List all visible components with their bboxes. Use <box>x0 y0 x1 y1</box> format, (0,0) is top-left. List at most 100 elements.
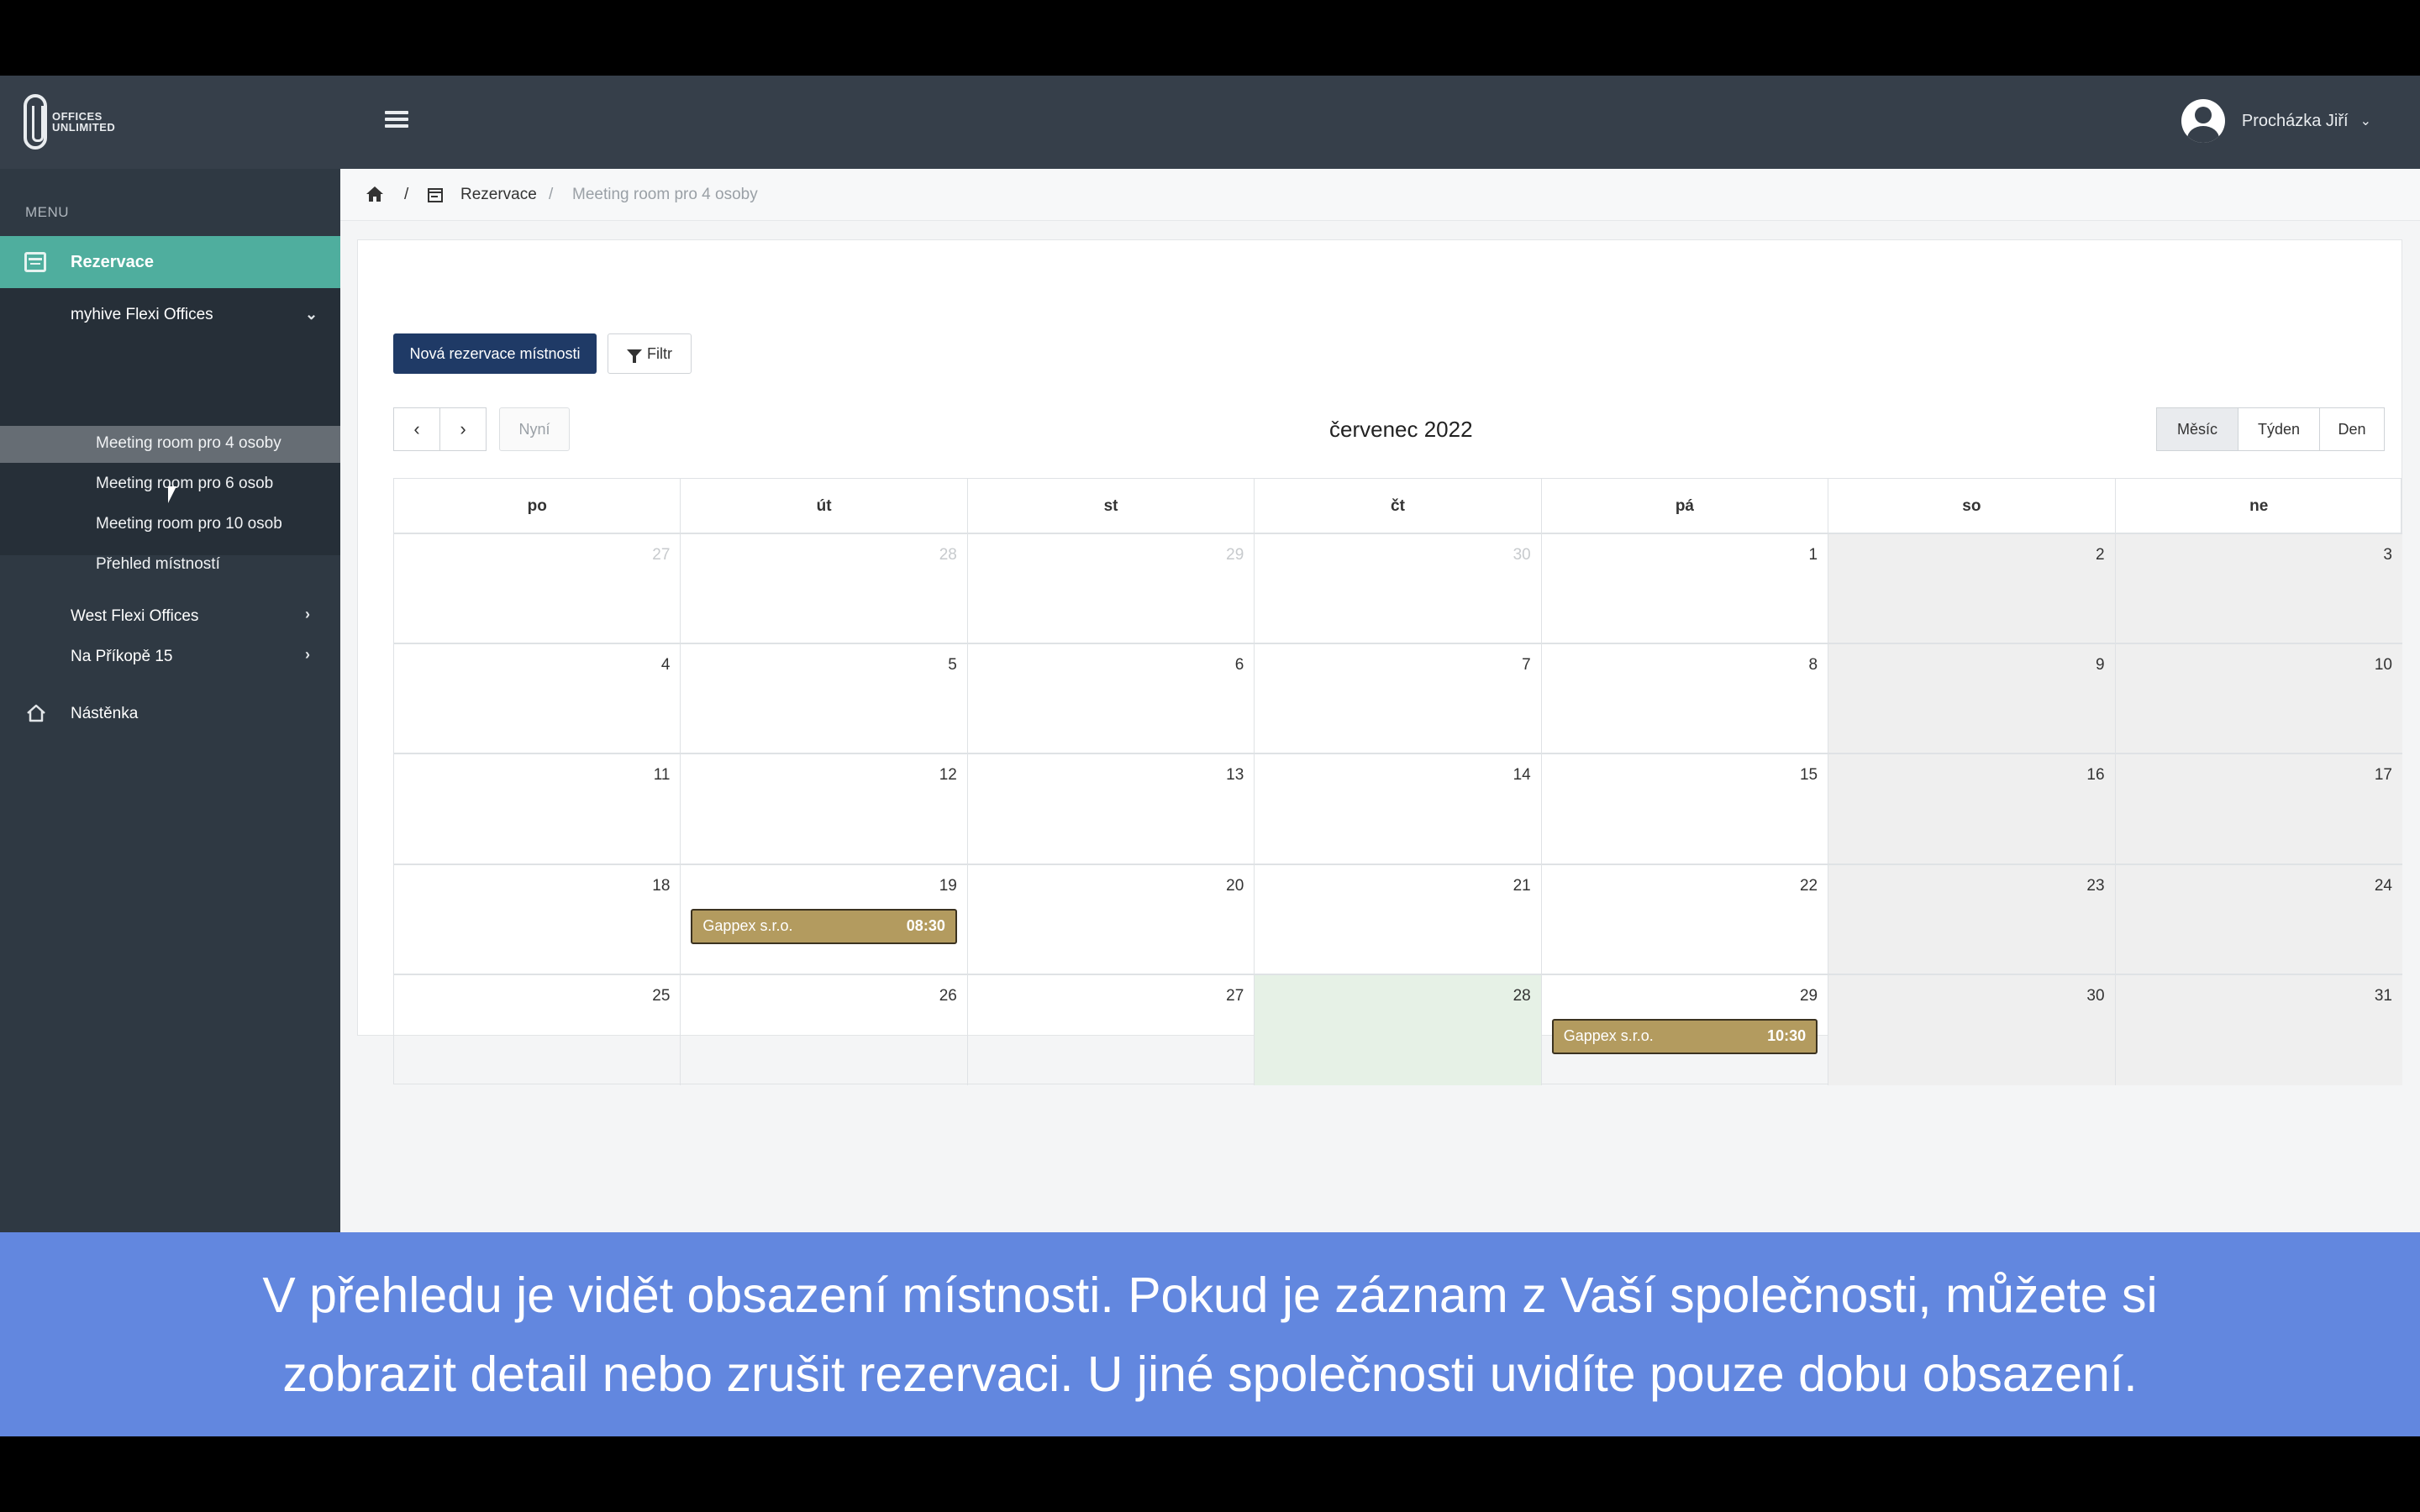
day-number: 5 <box>948 656 957 675</box>
day-number: 15 <box>1799 766 1818 785</box>
calendar-day-cell[interactable]: 19 Gappex s.r.o. 08:30 <box>681 864 968 975</box>
calendar-day-cell[interactable]: 13 <box>967 754 1255 865</box>
calendar-day-cell[interactable]: 17 <box>2115 754 2402 865</box>
view-day-button[interactable]: Den <box>2319 407 2385 451</box>
day-number: 6 <box>1234 656 1244 675</box>
home-icon[interactable] <box>366 186 384 202</box>
chevron-down-icon[interactable]: ⌄ <box>305 306 318 323</box>
logo[interactable]: OFFICES UNLIMITED <box>24 92 115 151</box>
subtitle-caption: V přehledu je vidět obsazení místnosti. … <box>0 1232 2420 1436</box>
sidebar-room-overview[interactable]: Přehled místností <box>96 555 220 574</box>
calendar-day-cell[interactable]: 4 <box>394 644 681 755</box>
calendar-day-cell[interactable]: 29 Gappex s.r.o. 10:30 <box>1542 974 1829 1085</box>
calendar-day-cell[interactable]: 29 <box>967 534 1255 645</box>
day-number: 19 <box>939 876 957 895</box>
sidebar-group-na-prikope[interactable]: Na Příkopě 15 <box>71 648 172 666</box>
sidebar-group-west[interactable]: West Flexi Offices <box>71 607 198 626</box>
calendar-day-cell[interactable]: 15 <box>1541 754 1829 865</box>
calendar-day-cell[interactable]: 14 <box>1255 754 1542 865</box>
weekday-header: po <box>394 479 681 534</box>
calendar-day-cell[interactable]: 2 <box>1828 534 2116 645</box>
calendar-day-cell[interactable]: 22 <box>1541 864 1829 975</box>
calendar-day-cell[interactable]: 26 <box>681 974 968 1085</box>
calendar-day-cell[interactable]: 31 <box>2115 974 2402 1085</box>
prev-month-button[interactable]: ‹ <box>393 407 440 451</box>
calendar-weekday-header: po út st čt pá so ne <box>394 479 2402 534</box>
user-name: Procházka Jiří <box>2241 111 2349 130</box>
day-number: 27 <box>1226 986 1244 1005</box>
calendar-day-cell[interactable]: 21 <box>1255 864 1542 975</box>
calendar-day-cell[interactable]: 3 <box>2115 534 2402 645</box>
sidebar-group-myhive[interactable]: myhive Flexi Offices <box>71 306 213 324</box>
calendar-day-cell[interactable]: 5 <box>681 644 968 755</box>
calendar-day-cell[interactable]: 7 <box>1255 644 1542 755</box>
breadcrumb-separator: / <box>549 186 554 203</box>
calendar-day-cell[interactable]: 18 <box>394 864 681 975</box>
day-number: 1 <box>1808 546 1818 564</box>
chevron-right-icon[interactable]: › <box>305 606 310 623</box>
calendar-day-cell[interactable]: 20 <box>967 864 1255 975</box>
calendar-day-cell[interactable]: 24 <box>2115 864 2402 975</box>
calendar-icon <box>428 188 443 202</box>
day-number: 12 <box>939 766 957 785</box>
view-week-button[interactable]: Týden <box>2238 407 2320 451</box>
day-number: 31 <box>2374 986 2392 1005</box>
today-button[interactable]: Nyní <box>499 407 570 451</box>
user-menu[interactable]: Procházka Jiří ⌄ <box>2181 97 2371 144</box>
calendar-day-cell[interactable]: 28 <box>681 534 968 645</box>
day-number: 29 <box>1226 546 1244 564</box>
calendar-day-cell[interactable]: 6 <box>967 644 1255 755</box>
chevron-right-icon[interactable]: › <box>305 646 310 664</box>
sidebar-room-10[interactable]: Meeting room pro 10 osob <box>96 515 282 533</box>
breadcrumb-separator: / <box>404 186 409 203</box>
weekday-header: čt <box>1255 479 1542 534</box>
home-icon <box>27 704 45 722</box>
menu-toggle-icon[interactable] <box>385 108 408 131</box>
calendar-day-cell[interactable]: 27 <box>968 974 1255 1085</box>
new-reservation-button[interactable]: Nová rezervace místnosti <box>393 333 597 374</box>
weekday-header: pá <box>1542 479 1829 534</box>
day-number: 28 <box>1512 986 1531 1005</box>
breadcrumb-rezervace-link[interactable]: Rezervace <box>460 186 537 204</box>
calendar-day-cell[interactable]: 1 <box>1541 534 1829 645</box>
event-title: Gappex s.r.o. <box>702 917 793 935</box>
day-number: 14 <box>1512 766 1531 785</box>
day-number: 23 <box>2086 876 2105 895</box>
calendar-day-cell[interactable]: 23 <box>1828 864 2116 975</box>
calendar-day-cell[interactable]: 10 <box>2115 644 2402 755</box>
calendar-event[interactable]: Gappex s.r.o. 10:30 <box>1551 1018 1818 1054</box>
calendar-icon <box>24 252 46 272</box>
sidebar-room-6[interactable]: Meeting room pro 6 osob <box>96 475 273 493</box>
mouse-cursor-icon <box>168 486 176 503</box>
calendar-event[interactable]: Gappex s.r.o. 08:30 <box>691 908 957 944</box>
view-month-button[interactable]: Měsíc <box>2156 407 2238 451</box>
filter-button[interactable]: Filtr <box>608 333 692 374</box>
calendar-day-cell[interactable]: 11 <box>394 754 681 865</box>
chevron-down-icon: ⌄ <box>2360 114 2371 129</box>
filter-icon <box>627 349 642 363</box>
weekday-header: út <box>681 479 968 534</box>
menu-label: MENU <box>25 204 70 220</box>
calendar-day-cell[interactable]: 25 <box>394 974 681 1085</box>
calendar-day-cell[interactable]: 12 <box>681 754 968 865</box>
caption-line-2: zobrazit detail nebo zrušit rezervaci. U… <box>282 1346 2138 1402</box>
calendar-day-cell[interactable]: 30 <box>1255 534 1542 645</box>
sidebar-room-4[interactable]: Meeting room pro 4 osoby <box>96 434 281 453</box>
calendar-day-cell[interactable]: 9 <box>1828 644 2116 755</box>
calendar-day-cell[interactable]: 27 <box>394 534 681 645</box>
event-title: Gappex s.r.o. <box>1563 1027 1654 1045</box>
day-number: 9 <box>2095 656 2105 675</box>
day-number: 18 <box>652 876 671 895</box>
calendar-day-cell[interactable]: 8 <box>1541 644 1829 755</box>
next-month-button[interactable]: › <box>439 407 487 451</box>
day-number: 22 <box>1799 876 1818 895</box>
breadcrumb-current: Meeting room pro 4 osoby <box>572 186 758 203</box>
calendar-day-cell[interactable]: 28 <box>1255 974 1542 1085</box>
calendar-day-cell[interactable]: 30 <box>1828 974 2116 1085</box>
day-number: 29 <box>1799 986 1818 1005</box>
day-number: 25 <box>652 986 671 1005</box>
calendar-title: červenec 2022 <box>1329 417 1473 442</box>
sidebar-item-nastenka[interactable]: Nástěnka <box>71 705 138 723</box>
sidebar-item-rezervace[interactable]: Rezervace <box>0 236 340 288</box>
calendar-day-cell[interactable]: 16 <box>1828 754 2116 865</box>
